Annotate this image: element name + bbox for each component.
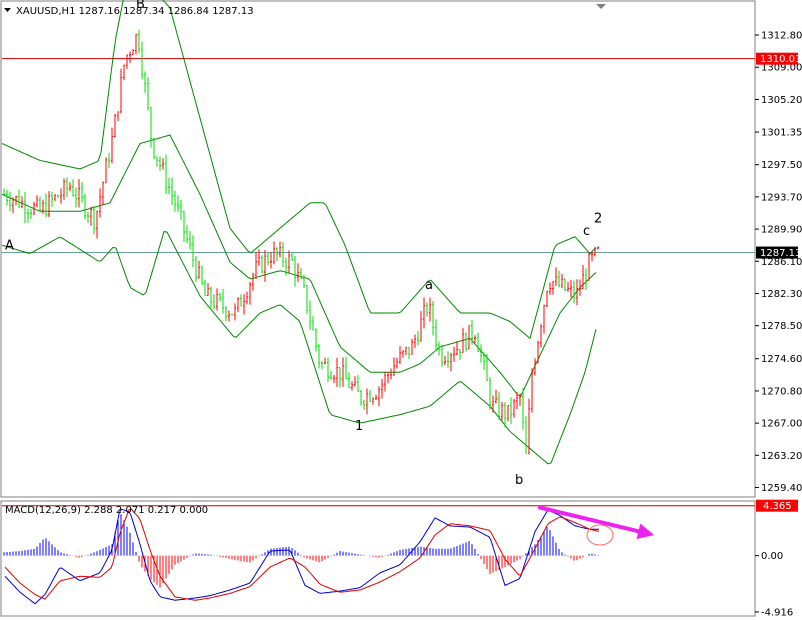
wave-label-A: A <box>5 238 14 253</box>
price-tick-label: 1305.20 <box>761 95 802 106</box>
wave-label-c: c <box>583 224 590 239</box>
current-price-badge-label: 1287.13 <box>760 248 801 259</box>
wave-label-1: 1 <box>355 419 363 434</box>
wave-label-a: a <box>425 278 433 293</box>
wave-label-b: b <box>515 473 523 488</box>
wave-label-2: 2 <box>594 211 602 226</box>
price-axis: 1312.801309.001305.201301.351297.501293.… <box>755 31 802 494</box>
price-tick-label: 1297.50 <box>761 160 802 171</box>
price-tick-label: 1270.80 <box>761 386 802 397</box>
macd-level-badge-label: 4.365 <box>763 501 792 512</box>
price-tick-label: 1289.90 <box>761 225 802 236</box>
price-tick-label: 1293.70 <box>761 192 802 203</box>
resistance-badge-label: 1310.01 <box>760 54 801 65</box>
macd-tick-label: -4.916 <box>761 607 793 618</box>
price-tick-label: 1278.50 <box>761 321 802 332</box>
price-tick-label: 1267.00 <box>761 419 802 430</box>
price-tick-label: 1274.60 <box>761 354 802 365</box>
price-title-group: XAUUSD,H1 1287.16 1287.34 1286.84 1287.1… <box>4 6 254 17</box>
price-tick-label: 1259.40 <box>761 483 802 494</box>
price-tick-label: 1263.20 <box>761 451 802 462</box>
chart-root: AB1abc2 1312.801309.001305.201301.351297… <box>0 0 802 620</box>
price-chart-title: XAUUSD,H1 1287.16 1287.34 1286.84 1287.1… <box>16 6 254 17</box>
chart-background <box>0 0 802 620</box>
macd-title: MACD(12,26,9) 2.288 2.071 0.217 0.000 <box>5 505 208 516</box>
macd-tick-label: 0.00 <box>761 551 783 562</box>
price-tick-label: 1301.35 <box>761 128 802 139</box>
price-tick-label: 1282.30 <box>761 289 802 300</box>
price-tick-label: 1312.80 <box>761 31 802 42</box>
